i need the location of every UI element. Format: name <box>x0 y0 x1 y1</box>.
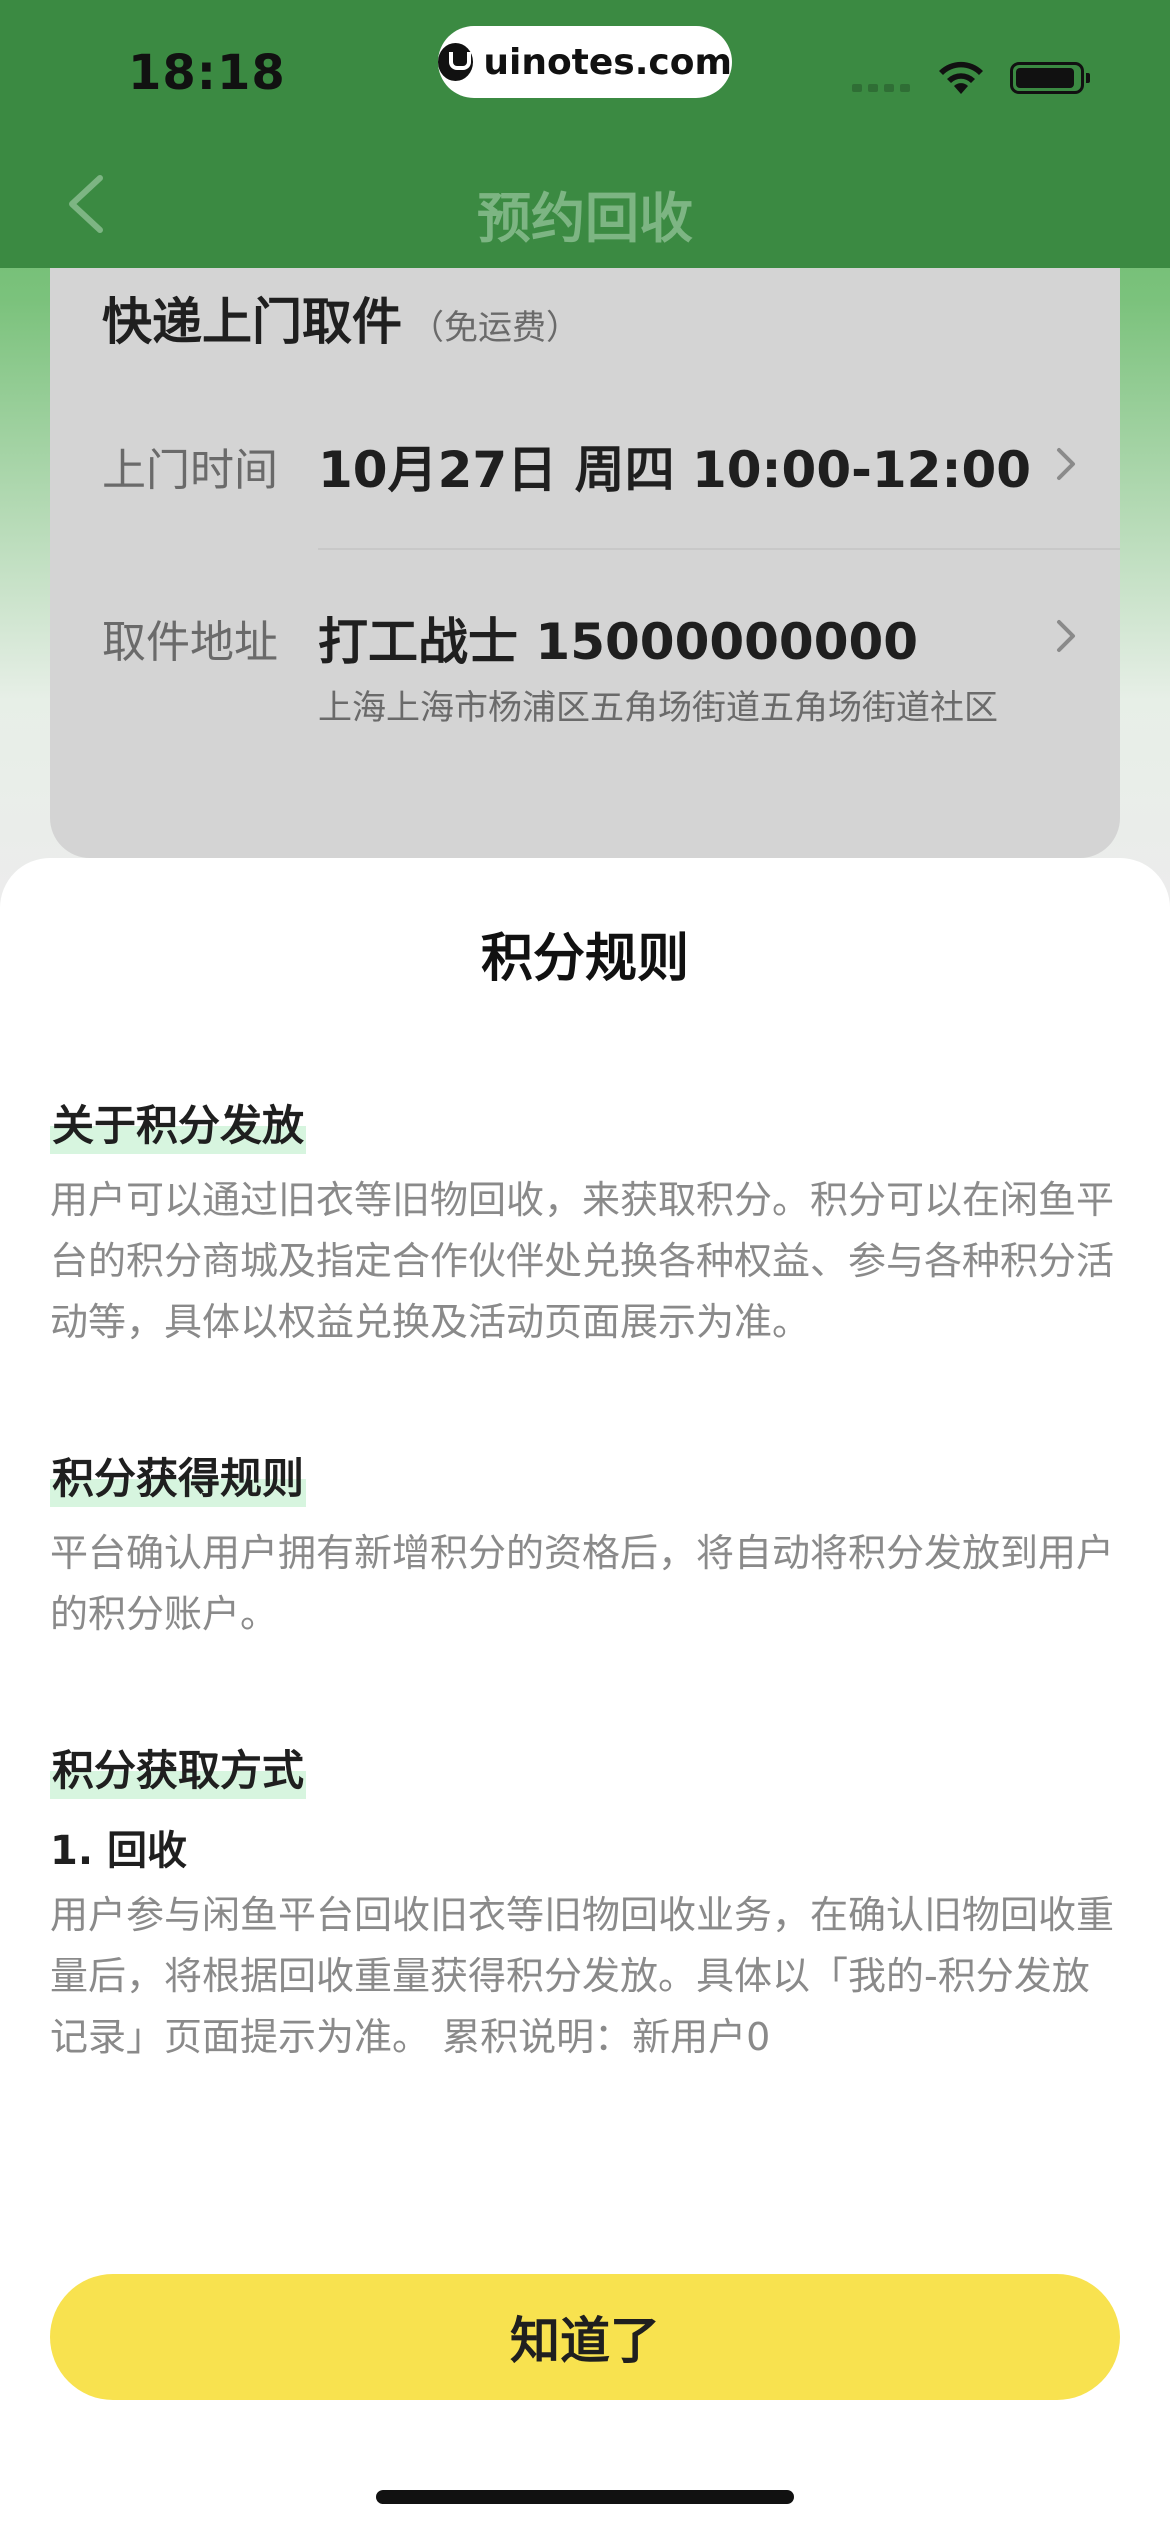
chevron-right-icon[interactable] <box>1054 444 1078 484</box>
nav-bar: 预约回收 <box>0 140 1170 268</box>
url-text: uinotes.com <box>483 41 732 83</box>
pickup-title-text: 快递上门取件 <box>102 293 402 351</box>
row-divider <box>318 548 1120 550</box>
page-title: 预约回收 <box>477 187 693 250</box>
section-heading: 积分获取方式 <box>50 1743 307 1799</box>
site-logo-icon <box>438 43 474 81</box>
pickup-card: 快递上门取件 （免运费） 上门时间 10月27日 周四 10:00-12:00 取… <box>50 268 1120 858</box>
rules-section: 积分获取方式 1. 回收 用户参与闲鱼平台回收旧衣等旧物回收业务，在确认旧物回收… <box>50 1743 1120 2058</box>
chevron-right-icon[interactable] <box>1054 616 1078 656</box>
section-heading: 积分获得规则 <box>50 1451 307 1507</box>
wifi-icon <box>939 61 983 94</box>
status-bar: 18:18 uinotes.com <box>0 0 1170 140</box>
cellular-signal-icon <box>852 84 910 92</box>
sheet-title: 积分规则 <box>480 929 689 989</box>
home-indicator[interactable] <box>376 2490 794 2504</box>
pickup-free-shipping-note: （免运费） <box>410 308 580 348</box>
points-rules-sheet: 积分规则 关于积分发放 用户可以通过旧衣等旧物回收，来获取积分。积分可以在闲鱼平… <box>0 858 1170 2532</box>
status-time: 18:18 <box>128 45 286 101</box>
pickup-time-value[interactable]: 10月27日 周四 10:00-12:00 <box>318 430 1031 502</box>
section-subheading: 1. 回收 <box>50 1828 187 1874</box>
pickup-address-name[interactable]: 打工战士 15000000000 <box>318 602 918 674</box>
pickup-time-label: 上门时间 <box>102 445 278 496</box>
rules-section: 关于积分发放 用户可以通过旧衣等旧物回收，来获取积分。积分可以在闲鱼平台的积分商… <box>50 1098 1120 1353</box>
url-pill[interactable]: uinotes.com <box>438 26 732 98</box>
rules-content[interactable]: 关于积分发放 用户可以通过旧衣等旧物回收，来获取积分。积分可以在闲鱼平台的积分商… <box>50 1098 1120 2058</box>
rules-section: 积分获得规则 平台确认用户拥有新增积分的资格后，将自动将积分发放到用户的积分账户… <box>50 1451 1120 1645</box>
section-text: 用户参与闲鱼平台回收旧衣等旧物回收业务，在确认旧物回收重量后，将根据回收重量获得… <box>50 1893 1115 2058</box>
pickup-address-detail: 上海上海市杨浦区五角场街道五角场街道社区 <box>318 688 998 728</box>
battery-icon <box>1010 62 1090 94</box>
section-heading: 关于积分发放 <box>50 1098 307 1154</box>
section-text: 用户可以通过旧衣等旧物回收，来获取积分。积分可以在闲鱼平台的积分商城及指定合作伙… <box>50 1178 1115 1344</box>
got-it-button[interactable]: 知道了 <box>50 2274 1120 2400</box>
section-text: 平台确认用户拥有新增积分的资格后，将自动将积分发放到用户的积分账户。 <box>50 1531 1115 1636</box>
pickup-title: 快递上门取件 （免运费） <box>102 282 580 354</box>
pickup-address-label: 取件地址 <box>102 617 278 668</box>
